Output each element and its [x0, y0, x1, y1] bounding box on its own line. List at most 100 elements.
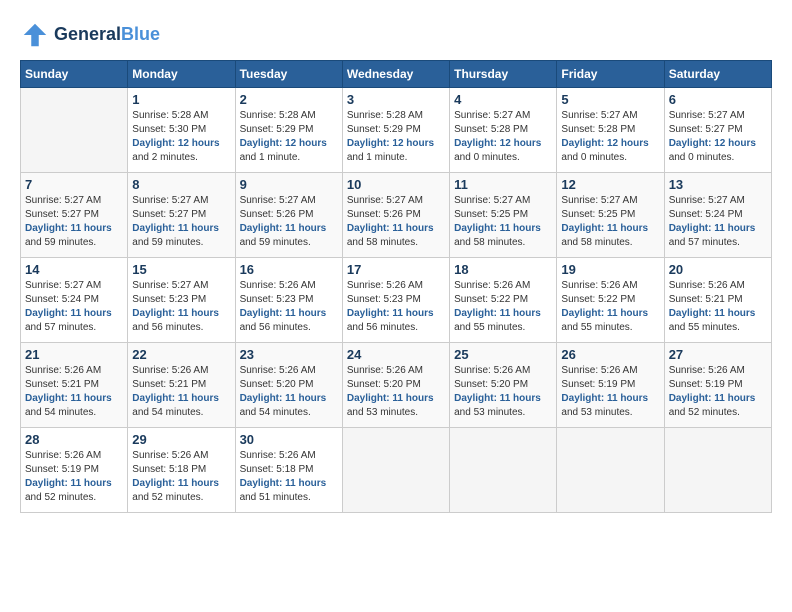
- day-info: Sunrise: 5:27 AMSunset: 5:23 PMDaylight:…: [132, 279, 230, 335]
- day-number: 18: [454, 262, 552, 277]
- calendar-day-cell: [557, 428, 664, 513]
- calendar-day-cell: 10Sunrise: 5:27 AMSunset: 5:26 PMDayligh…: [342, 173, 449, 258]
- day-info-line: Sunrise: 5:26 AM: [132, 365, 208, 376]
- day-info-line: Sunrise: 5:28 AM: [132, 110, 208, 121]
- day-info-line: and 2 minutes.: [132, 152, 198, 163]
- calendar-day-cell: 29 Sunrise: 5:26 AM Sunset: 5:18 PM Dayligh…: [128, 428, 235, 513]
- day-number: 15: [132, 262, 230, 277]
- day-info-line: Sunset: 5:21 PM: [669, 294, 743, 305]
- day-info-line: Sunrise: 5:26 AM: [669, 280, 745, 291]
- day-info-line: and 56 minutes.: [132, 322, 203, 333]
- day-info-line: Daylight: 11 hours: [454, 223, 541, 234]
- calendar-week-row: 14Sunrise: 5:27 AMSunset: 5:24 PMDayligh…: [21, 258, 772, 343]
- day-info-line: Sunrise: 5:26 AM: [454, 280, 530, 291]
- day-info-line: Sunset: 5:26 PM: [240, 209, 314, 220]
- day-number: 13: [669, 177, 767, 192]
- day-info-line: Sunset: 5:25 PM: [454, 209, 528, 220]
- day-info: Sunrise: 5:26 AMSunset: 5:18 PMDaylight:…: [240, 449, 338, 505]
- day-info-line: Sunset: 5:24 PM: [669, 209, 743, 220]
- day-info: Sunrise: 5:28 AMSunset: 5:29 PMDaylight:…: [347, 109, 445, 165]
- day-info-line: Daylight: 11 hours: [240, 308, 327, 319]
- calendar-header-row: SundayMondayTuesdayWednesdayThursdayFrid…: [21, 61, 772, 88]
- day-info-line: Daylight: 11 hours: [132, 393, 219, 404]
- day-info-line: and 1 minute.: [240, 152, 301, 163]
- day-of-week-header: Saturday: [664, 61, 771, 88]
- day-number: 9: [240, 177, 338, 192]
- day-info-line: Sunrise: 5:28 AM: [347, 110, 423, 121]
- day-info-line: Sunrise: 5:26 AM: [561, 280, 637, 291]
- day-info-line: Sunset: 5:20 PM: [347, 379, 421, 390]
- day-info-line: Sunrise: 5:26 AM: [240, 365, 316, 376]
- day-info-line: and 55 minutes.: [454, 322, 525, 333]
- day-info: Sunrise: 5:27 AMSunset: 5:27 PMDaylight:…: [25, 194, 123, 250]
- day-number: 23: [240, 347, 338, 362]
- day-info-line: and 58 minutes.: [561, 237, 632, 248]
- day-number: 10: [347, 177, 445, 192]
- day-info-line: Sunrise: 5:27 AM: [454, 195, 530, 206]
- calendar-day-cell: 22Sunrise: 5:26 AMSunset: 5:21 PMDayligh…: [128, 343, 235, 428]
- day-info-line: Sunset: 5:27 PM: [132, 209, 206, 220]
- day-info-line: and 53 minutes.: [561, 407, 632, 418]
- day-info-line: Sunrise: 5:26 AM: [132, 450, 208, 461]
- calendar-day-cell: 25Sunrise: 5:26 AMSunset: 5:20 PMDayligh…: [450, 343, 557, 428]
- calendar-day-cell: 9Sunrise: 5:27 AMSunset: 5:26 PMDaylight…: [235, 173, 342, 258]
- day-number: 29: [132, 432, 230, 447]
- calendar-day-cell: 3 Sunrise: 5:28 AMSunset: 5:29 PMDaylight…: [342, 88, 449, 173]
- day-info: Sunrise: 5:26 AMSunset: 5:21 PMDaylight:…: [132, 364, 230, 420]
- day-info: Sunrise: 5:26 AMSunset: 5:21 PMDaylight:…: [25, 364, 123, 420]
- day-number: 2: [240, 92, 338, 107]
- day-info: Sunrise: 5:27 AMSunset: 5:24 PMDaylight:…: [669, 194, 767, 250]
- day-info-line: Daylight: 11 hours: [561, 223, 648, 234]
- day-info-line: Sunrise: 5:26 AM: [561, 365, 637, 376]
- day-number: 24: [347, 347, 445, 362]
- calendar-day-cell: 14Sunrise: 5:27 AMSunset: 5:24 PMDayligh…: [21, 258, 128, 343]
- calendar-day-cell: 12Sunrise: 5:27 AMSunset: 5:25 PMDayligh…: [557, 173, 664, 258]
- day-number: 4: [454, 92, 552, 107]
- day-info-line: Sunrise: 5:26 AM: [669, 365, 745, 376]
- day-info: Sunrise: 5:26 AMSunset: 5:22 PMDaylight:…: [561, 279, 659, 335]
- day-info-line: and 57 minutes.: [25, 322, 96, 333]
- day-info-line: Daylight: 11 hours: [132, 478, 219, 489]
- calendar-day-cell: 21Sunrise: 5:26 AMSunset: 5:21 PMDayligh…: [21, 343, 128, 428]
- day-info: Sunrise: 5:26 AMSunset: 5:23 PMDaylight:…: [240, 279, 338, 335]
- day-info-line: Sunset: 5:23 PM: [347, 294, 421, 305]
- day-info-line: Daylight: 11 hours: [240, 393, 327, 404]
- day-info: Sunrise: 5:28 AMSunset: 5:30 PMDaylight:…: [132, 109, 230, 165]
- day-info-line: and 0 minutes.: [669, 152, 735, 163]
- calendar-day-cell: [664, 428, 771, 513]
- day-info-line: Sunset: 5:27 PM: [669, 124, 743, 135]
- day-info-line: and 56 minutes.: [240, 322, 311, 333]
- day-of-week-header: Sunday: [21, 61, 128, 88]
- day-info: Sunrise: 5:26 AMSunset: 5:20 PMDaylight:…: [347, 364, 445, 420]
- day-info-line: and 0 minutes.: [454, 152, 520, 163]
- day-info: Sunrise: 5:27 AMSunset: 5:24 PMDaylight:…: [25, 279, 123, 335]
- calendar-day-cell: [21, 88, 128, 173]
- day-info-line: Daylight: 12 hours: [347, 138, 434, 149]
- day-info-line: Sunset: 5:26 PM: [347, 209, 421, 220]
- day-info-line: and 54 minutes.: [132, 407, 203, 418]
- day-info-line: Sunset: 5:24 PM: [25, 294, 99, 305]
- day-info-line: and 58 minutes.: [347, 237, 418, 248]
- day-of-week-header: Thursday: [450, 61, 557, 88]
- day-info-line: Sunrise: 5:26 AM: [240, 280, 316, 291]
- day-number: 25: [454, 347, 552, 362]
- logo: GeneralBlue: [20, 20, 160, 50]
- day-info-line: Sunrise: 5:27 AM: [240, 195, 316, 206]
- day-number: 3: [347, 92, 445, 107]
- calendar-day-cell: 6Sunrise: 5:27 AMSunset: 5:27 PMDaylight…: [664, 88, 771, 173]
- day-number: 20: [669, 262, 767, 277]
- day-info: Sunrise: 5:27 AMSunset: 5:26 PMDaylight:…: [240, 194, 338, 250]
- day-info-line: and 59 minutes.: [25, 237, 96, 248]
- day-info-line: Sunset: 5:18 PM: [132, 464, 206, 475]
- day-info: Sunrise: 5:26 AMSunset: 5:19 PMDaylight:…: [25, 449, 123, 505]
- day-info-line: and 54 minutes.: [25, 407, 96, 418]
- day-info-line: Sunset: 5:22 PM: [454, 294, 528, 305]
- day-info-line: Sunset: 5:19 PM: [561, 379, 635, 390]
- day-info-line: Sunset: 5:22 PM: [561, 294, 635, 305]
- day-info-line: Daylight: 11 hours: [669, 308, 756, 319]
- day-info-line: Sunrise: 5:26 AM: [347, 280, 423, 291]
- day-info-line: Sunset: 5:19 PM: [669, 379, 743, 390]
- calendar-day-cell: 20 Sunrise: 5:26 AM Sunset: 5:21 PM Dayligh…: [664, 258, 771, 343]
- calendar-week-row: 1Sunrise: 5:28 AMSunset: 5:30 PMDaylight…: [21, 88, 772, 173]
- day-info-line: Sunrise: 5:26 AM: [454, 365, 530, 376]
